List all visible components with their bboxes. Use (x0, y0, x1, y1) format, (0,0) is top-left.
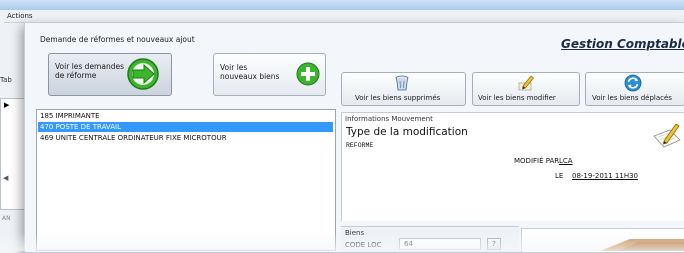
plus-icon (296, 62, 320, 86)
refresh-icon (624, 74, 642, 92)
scroll-left-icon[interactable]: ◀ (3, 174, 8, 182)
code-loc-help-button[interactable]: ? (487, 238, 501, 250)
view-reform-requests-label: Voir les demandes de réforme (55, 62, 124, 80)
view-new-assets-label: Voir les nouveaux biens (220, 63, 280, 81)
edit-document-icon (653, 123, 681, 148)
list-item[interactable]: 469 UNITE CENTRALE ORDINATEUR FIXE MICRO… (38, 133, 333, 143)
row-indicator-icon: ▶ (4, 101, 10, 109)
pencil-icon (518, 75, 534, 91)
modified-by-value: LCA (559, 157, 573, 165)
view-modified-assets-label: Voir les biens modifier (478, 94, 556, 102)
modified-date-value: 08-19-2011 11H30 (572, 172, 638, 180)
modified-date-label: LE (555, 172, 564, 180)
code-loc-input[interactable] (399, 238, 481, 250)
list-item[interactable]: 185 IMPRIMANTE (38, 111, 333, 121)
group-title: Demande de réformes et nouveaux ajout (40, 35, 195, 44)
modification-type-field[interactable]: REFORME (346, 142, 526, 172)
modification-type-heading: Type de la modification (346, 126, 468, 138)
view-deleted-assets-label: Voir les biens supprimés (355, 94, 441, 102)
back-bottom-label: AN (2, 215, 11, 222)
movement-info-title: Informations Mouvement (345, 115, 433, 123)
modified-by-label: MODIFIÉ PAR (514, 157, 560, 165)
assets-panel-title: Biens (345, 229, 365, 237)
view-moved-assets-label: Voir les biens déplacés (592, 94, 672, 102)
actions-label: Actions (7, 12, 33, 20)
arrow-go-icon (127, 58, 159, 90)
code-loc-label: CODE LOC (345, 241, 382, 249)
list-item-selected[interactable]: 470 POSTE DE TRAVAIL (38, 122, 333, 132)
asset-photo-image (600, 239, 684, 251)
trash-icon (395, 75, 409, 91)
back-tab-label[interactable]: Tab (0, 76, 12, 84)
app-title: Gestion Comptable (561, 37, 684, 51)
